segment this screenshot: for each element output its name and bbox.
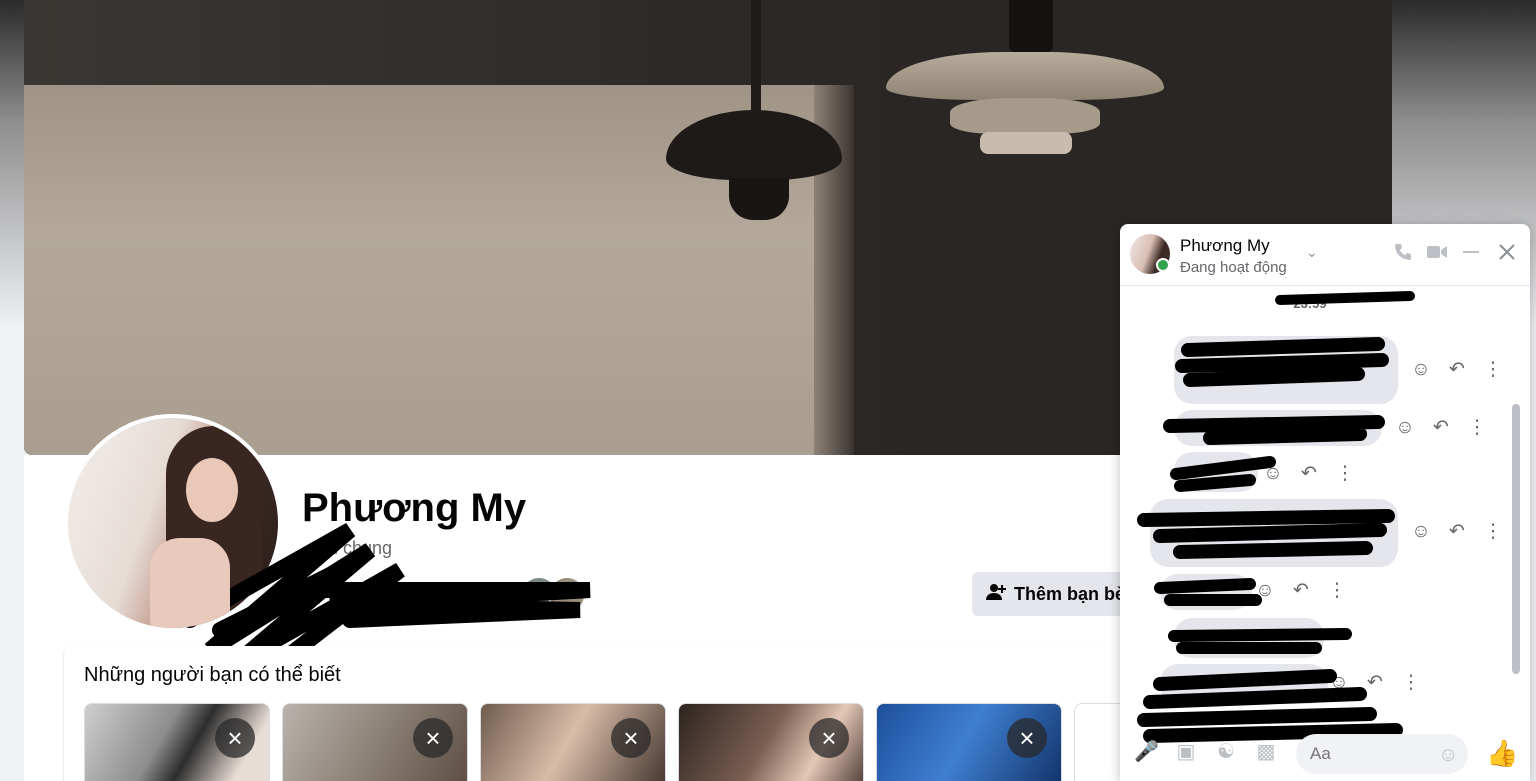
close-icon[interactable]: ×: [215, 718, 255, 758]
add-friend-button[interactable]: Thêm bạn bè: [972, 572, 1142, 616]
react-icon[interactable]: ☺: [1410, 521, 1432, 543]
message-timestamp: 23:59: [1293, 296, 1327, 311]
react-icon[interactable]: ☺: [1254, 580, 1276, 602]
lamp-top: [1009, 0, 1053, 52]
video-call-icon[interactable]: [1424, 242, 1450, 268]
gif-icon[interactable]: ▩: [1254, 740, 1278, 764]
message-bubble[interactable]: [1174, 452, 1258, 492]
message-bubble[interactable]: [1150, 499, 1398, 567]
lamp-cord: [751, 0, 761, 112]
add-friend-label: Thêm bạn bè: [1014, 583, 1126, 604]
more-options-icon[interactable]: ⋮: [1482, 359, 1504, 381]
message-actions: ☺ ↶ ⋮: [1254, 580, 1348, 602]
avatar-photo: [68, 418, 278, 628]
message-actions: ☺ ↶ ⋮: [1262, 463, 1356, 485]
more-options-icon[interactable]: ⋮: [1326, 580, 1348, 602]
message-actions: ☺ ↶ ⋮: [1410, 359, 1504, 381]
reply-icon[interactable]: ↶: [1446, 521, 1468, 543]
online-status-dot: [1156, 258, 1170, 272]
react-icon[interactable]: ☺: [1328, 672, 1350, 694]
more-options-icon[interactable]: ⋮: [1482, 521, 1504, 543]
message-bubble[interactable]: [1160, 574, 1252, 610]
emoji-icon[interactable]: ☺: [1438, 744, 1458, 767]
chat-composer: 🎤 ▣ ☯ ▩ ☺ 👍: [1120, 724, 1530, 781]
more-options-icon[interactable]: ⋮: [1400, 672, 1422, 694]
phone-icon[interactable]: [1390, 242, 1416, 268]
chat-header[interactable]: Phương My Đang hoạt động ⌄: [1120, 224, 1530, 286]
message-bubble[interactable]: [1174, 410, 1382, 446]
lamp-shade-bottom: [980, 132, 1072, 154]
mutual-friends-link[interactable]: ạn chung: [318, 538, 392, 559]
avatar-body: [150, 538, 230, 628]
reply-icon[interactable]: ↶: [1298, 463, 1320, 485]
reply-icon[interactable]: ↶: [1364, 672, 1386, 694]
lamp-cup: [729, 178, 789, 220]
pymk-card[interactable]: ×: [678, 703, 864, 781]
pymk-card[interactable]: ×: [84, 703, 270, 781]
close-icon[interactable]: ×: [611, 718, 651, 758]
close-chat-icon[interactable]: [1494, 242, 1520, 268]
close-icon[interactable]: ×: [1007, 718, 1047, 758]
react-icon[interactable]: ☺: [1410, 359, 1432, 381]
message-actions: ☺ ↶ ⋮: [1410, 521, 1504, 543]
minimize-icon[interactable]: [1458, 242, 1484, 268]
reply-icon[interactable]: ↶: [1290, 580, 1312, 602]
chat-window: Phương My Đang hoạt động ⌄ 23:59 ☺ ↶ ⋮ ☺ ↶ ⋮…: [1120, 224, 1530, 781]
more-options-icon[interactable]: ⋮: [1334, 463, 1356, 485]
add-friend-icon: [986, 582, 1006, 607]
pymk-card[interactable]: ×: [876, 703, 1062, 781]
pymk-card[interactable]: ×: [480, 703, 666, 781]
message-bubble[interactable]: [1174, 618, 1324, 658]
close-icon[interactable]: ×: [413, 718, 453, 758]
message-bubble[interactable]: [1160, 664, 1328, 704]
close-icon[interactable]: ×: [809, 718, 849, 758]
reply-icon[interactable]: ↶: [1430, 417, 1452, 439]
sticker-icon[interactable]: ☯: [1214, 740, 1238, 764]
more-options-icon[interactable]: ⋮: [1466, 417, 1488, 439]
pymk-card[interactable]: ×: [282, 703, 468, 781]
lamp-shade-middle: [950, 98, 1100, 134]
react-icon[interactable]: ☺: [1394, 417, 1416, 439]
react-icon[interactable]: ☺: [1262, 463, 1284, 485]
profile-avatar[interactable]: [64, 414, 282, 632]
message-actions: ☺ ↶ ⋮: [1394, 417, 1488, 439]
chat-status: Đang hoạt động: [1180, 259, 1287, 276]
mutual-friends-avatars[interactable]: [340, 576, 590, 616]
chat-scrollbar[interactable]: [1512, 404, 1520, 674]
mutual-avatar[interactable]: [548, 576, 586, 614]
pymk-title: Những người bạn có thể biết: [84, 664, 341, 686]
people-you-may-know: Những người bạn có thể biết × × × × ×: [64, 646, 1164, 781]
avatar-face: [186, 458, 238, 522]
chevron-down-icon[interactable]: ⌄: [1306, 244, 1318, 261]
thumbs-up-icon[interactable]: 👍: [1486, 738, 1518, 769]
reply-icon[interactable]: ↶: [1446, 359, 1468, 381]
message-actions: ☺ ↶ ⋮: [1328, 672, 1422, 694]
profile-name: Phương My: [302, 486, 527, 530]
microphone-icon[interactable]: 🎤: [1134, 740, 1159, 764]
message-bubble[interactable]: [1174, 336, 1398, 404]
image-icon[interactable]: ▣: [1174, 740, 1198, 764]
chat-contact-name[interactable]: Phương My: [1180, 236, 1270, 256]
